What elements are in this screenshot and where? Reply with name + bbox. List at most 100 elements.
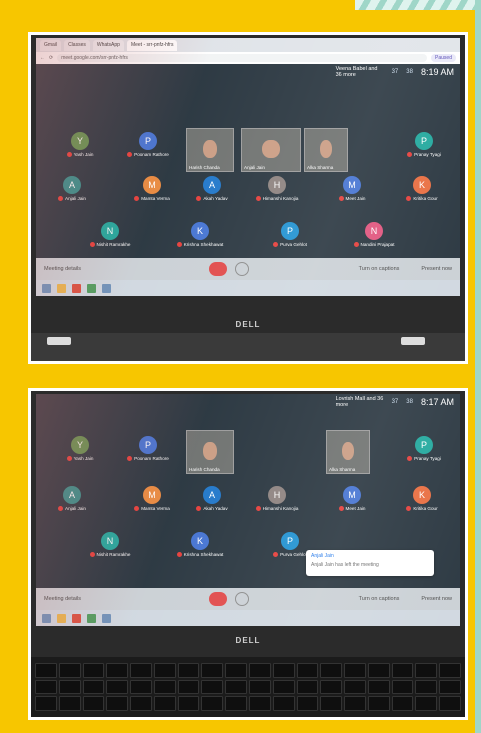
- browser-tab[interactable]: Gmail: [40, 39, 62, 51]
- app-icon[interactable]: [87, 283, 96, 293]
- mic-button[interactable]: [209, 592, 227, 606]
- participant-name: Kritika Gour: [396, 196, 448, 202]
- participant-avatar: M: [143, 486, 161, 504]
- participant-video[interactable]: Alka Sharma: [304, 128, 348, 172]
- participant-name: Akah Yadav: [186, 506, 238, 512]
- meeting-details[interactable]: Meeting details: [44, 596, 81, 602]
- participant-avatar: A: [203, 176, 221, 194]
- mic-muted-icon: [66, 152, 72, 158]
- captions-button[interactable]: Turn on captions: [359, 596, 400, 602]
- participant-video[interactable]: Harish Chanda: [186, 430, 234, 474]
- presenter-label: Lovrish Mall and 36 more: [335, 396, 384, 408]
- participant-tile[interactable]: M Meet Jain: [326, 176, 378, 206]
- participant-name: Kritika Gour: [396, 506, 448, 512]
- explorer-icon[interactable]: [57, 283, 66, 293]
- participant-name: Alka Sharma: [329, 467, 356, 472]
- browser-tab-active[interactable]: Meet - srr-pnfz-hfrs: [126, 39, 178, 51]
- address-bar[interactable]: meet.google.com/srr-pnfz-hfrs: [57, 54, 428, 62]
- participant-avatar: P: [281, 532, 299, 550]
- participant-tile[interactable]: K Kritika Gour: [396, 176, 448, 206]
- chrome-icon[interactable]: [72, 613, 81, 623]
- chrome-icon[interactable]: [72, 283, 81, 293]
- keyboard-key: [130, 663, 152, 678]
- participant-tile[interactable]: N Nandini Prajapat: [348, 222, 400, 252]
- participant-tile[interactable]: H Himanshi Kanojia: [251, 486, 303, 516]
- explorer-icon[interactable]: [57, 613, 66, 623]
- keyboard-key: [439, 679, 461, 695]
- participant-tile[interactable]: K Krishna Shekhawat: [174, 532, 226, 562]
- app-icon[interactable]: [87, 613, 96, 623]
- meet-window: Lovrish Mall and 36 more 37 38 8:17 AM Y…: [36, 394, 460, 626]
- participant-tile[interactable]: Y Yash Jain: [54, 132, 106, 162]
- participant-avatar: H: [268, 176, 286, 194]
- profile-button[interactable]: Paused: [431, 54, 456, 62]
- participant-avatar: H: [268, 486, 286, 504]
- participant-tile[interactable]: A Anjali Jain: [46, 176, 98, 206]
- laptop: Gmail Classes WhatsApp Meet - srr-pnfz-h…: [31, 35, 465, 361]
- mic-muted-icon: [407, 456, 413, 462]
- participant-name: Mamta Verma: [126, 196, 178, 202]
- participant-video[interactable]: Harish Chanda: [186, 128, 234, 172]
- people-count[interactable]: 37: [392, 69, 399, 75]
- mic-muted-icon: [134, 196, 140, 202]
- people-count[interactable]: 37: [392, 399, 399, 405]
- notification-toast: Anjali Jain Anjali Jain has left the mee…: [306, 550, 434, 576]
- participant-tile[interactable]: K Kritika Gour: [396, 486, 448, 516]
- participant-name: Poonam Rathore: [122, 152, 174, 158]
- keyboard-key: [391, 696, 414, 711]
- present-button[interactable]: Present now: [421, 266, 452, 272]
- participant-video[interactable]: Anjali Jain: [241, 128, 301, 172]
- chat-count[interactable]: 38: [406, 399, 413, 405]
- laptop-keyboard: [31, 657, 465, 717]
- participant-tile[interactable]: H Himanshi Kanojia: [251, 176, 303, 206]
- participant-tile[interactable]: P Pranay Tyagi: [398, 132, 450, 162]
- participant-tile[interactable]: Y Yash Jain: [54, 436, 106, 466]
- participant-tile[interactable]: M Mamta Verma: [126, 486, 178, 516]
- participant-video[interactable]: Alka Sharma: [326, 430, 370, 474]
- start-icon[interactable]: [42, 283, 51, 293]
- laptop-screen: Lovrish Mall and 36 more 37 38 8:17 AM Y…: [36, 394, 460, 626]
- browser-tab[interactable]: WhatsApp: [92, 39, 124, 51]
- participant-tile[interactable]: A Anjali Jain: [46, 486, 98, 516]
- decorative-stripes: [355, 0, 475, 10]
- participant-tile[interactable]: A Akah Yadav: [186, 176, 238, 206]
- reload-icon[interactable]: ⟳: [49, 55, 53, 61]
- mic-muted-icon: [176, 242, 182, 248]
- mic-muted-icon: [338, 196, 344, 202]
- camera-button[interactable]: [235, 592, 249, 606]
- app-icon[interactable]: [102, 613, 111, 623]
- browser-tab[interactable]: Classes: [64, 39, 90, 51]
- back-icon[interactable]: ←: [40, 55, 45, 61]
- participant-tile[interactable]: P Poonam Rathore: [122, 132, 174, 162]
- mic-button[interactable]: [209, 262, 227, 276]
- camera-button[interactable]: [235, 262, 249, 276]
- keyboard-key: [130, 696, 152, 711]
- start-icon[interactable]: [42, 613, 51, 623]
- app-icon[interactable]: [102, 283, 111, 293]
- present-button[interactable]: Present now: [421, 596, 452, 602]
- keyboard-key: [177, 663, 200, 678]
- participant-tile[interactable]: M Meet Jain: [326, 486, 378, 516]
- participant-avatar: Y: [71, 436, 89, 454]
- participant-tile[interactable]: N Nishit Ramrakhe: [84, 532, 136, 562]
- meeting-details[interactable]: Meeting details: [44, 266, 81, 272]
- participant-tile[interactable]: K Krishna Shekhawat: [174, 222, 226, 252]
- mic-muted-icon: [407, 152, 413, 158]
- keyboard-key: [344, 663, 366, 678]
- participant-tile[interactable]: M Mamta Verma: [126, 176, 178, 206]
- toast-message: Anjali Jain has left the meeting: [311, 562, 379, 568]
- participant-tile[interactable]: A Akah Yadav: [186, 486, 238, 516]
- participant-tile[interactable]: P Pranay Tyagi: [398, 436, 450, 466]
- keyboard-key: [201, 696, 224, 711]
- keyboard-key: [320, 679, 343, 695]
- participant-tile[interactable]: N Nishit Ramrakhe: [84, 222, 136, 252]
- browser-urlbar: ← ⟳ meet.google.com/srr-pnfz-hfrs Paused: [36, 52, 460, 64]
- captions-button[interactable]: Turn on captions: [359, 266, 400, 272]
- chat-count[interactable]: 38: [406, 69, 413, 75]
- participant-avatar: M: [343, 176, 361, 194]
- mic-muted-icon: [406, 506, 412, 512]
- mic-muted-icon: [255, 196, 261, 202]
- participant-tile[interactable]: P Poonam Rathore: [122, 436, 174, 466]
- participant-tile[interactable]: P Purva Gehlot: [264, 222, 316, 252]
- keyboard-key: [225, 679, 247, 695]
